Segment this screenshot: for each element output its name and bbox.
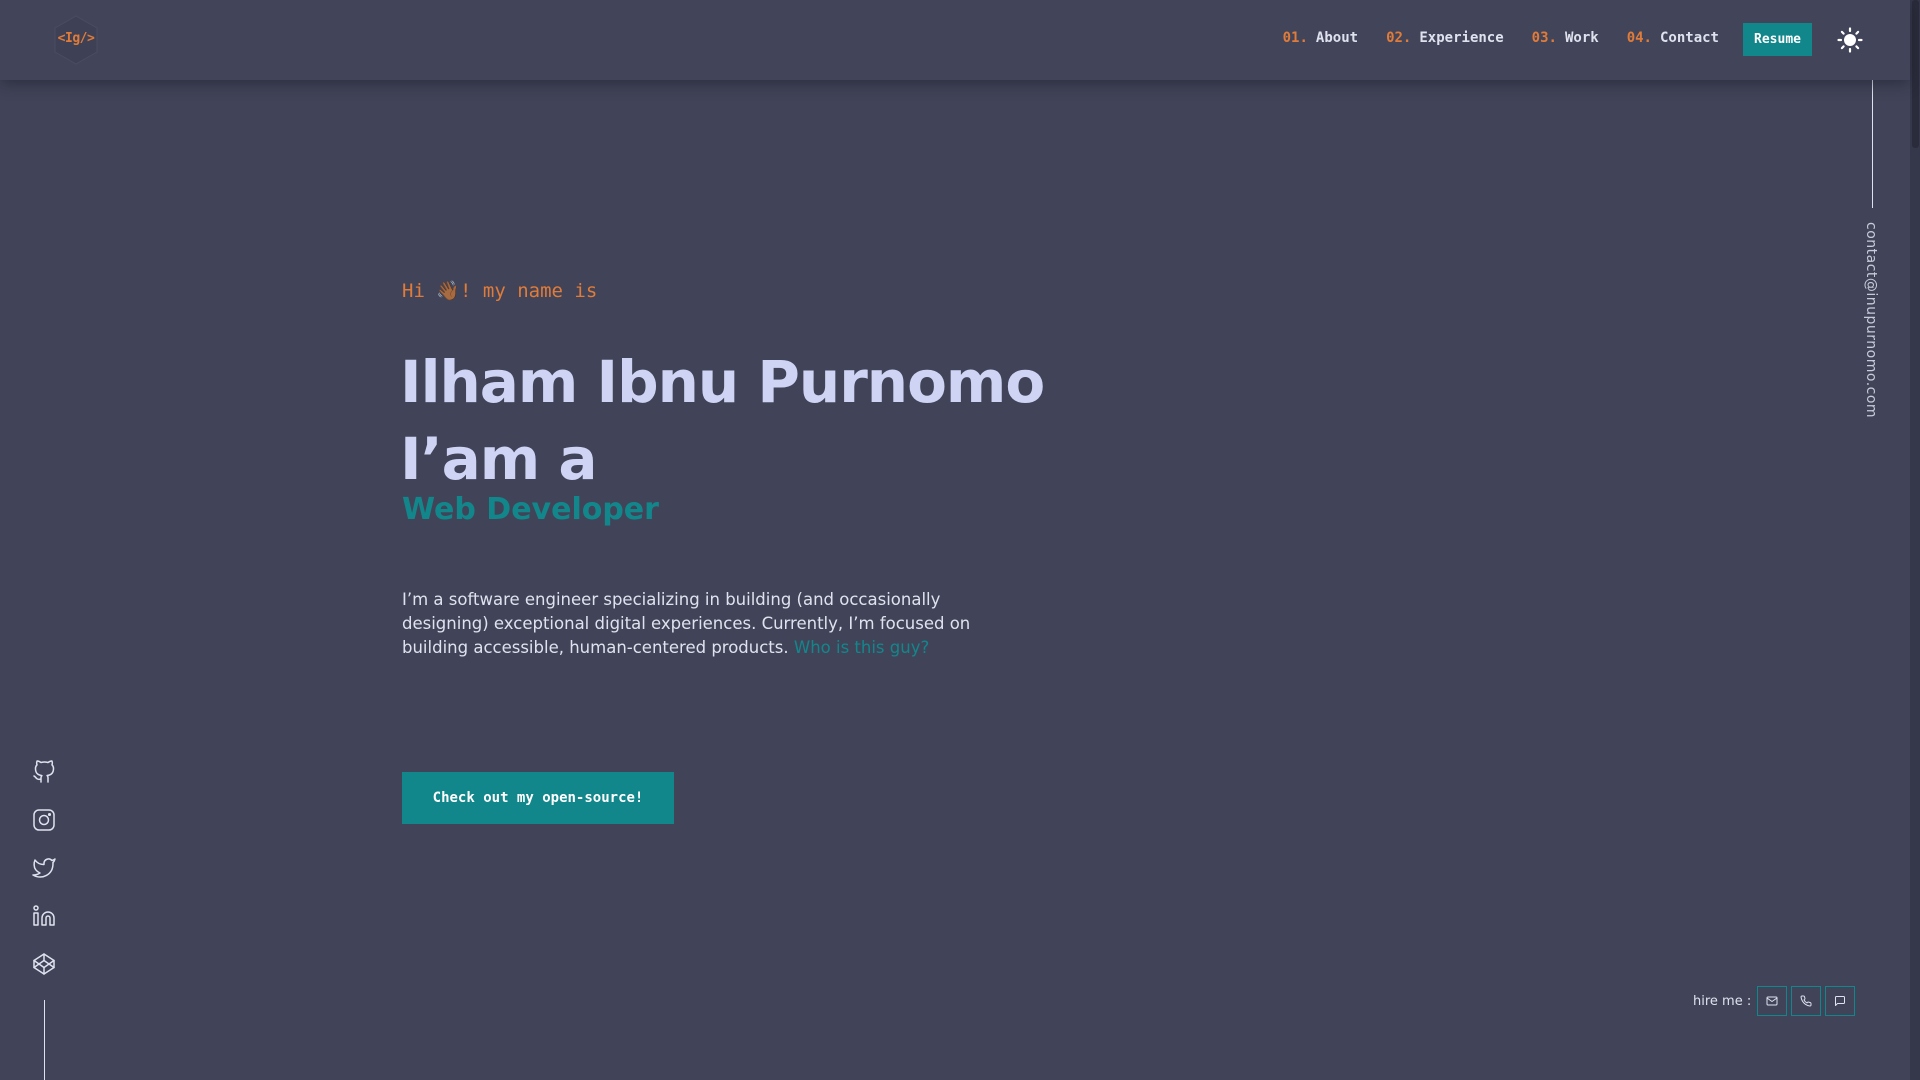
instagram-link[interactable] [32,808,56,832]
instagram-icon [33,809,55,831]
main-nav: 01. About 02. Experience 03. Work 04. Co… [1283,30,1719,46]
page: <Ig/> 01. About 02. Experience 03. Work … [0,0,1920,1080]
nav-contact[interactable]: 04. Contact [1627,30,1719,46]
greeting-text: Hi [402,280,437,302]
open-source-button[interactable]: Check out my open-source! [402,772,674,824]
nav-label: Contact [1659,30,1719,46]
codepen-link[interactable] [32,952,56,976]
hire-email-button[interactable] [1757,986,1788,1016]
logo-text: <Ig/> [57,31,95,46]
hire-me-bar: hire me : [1693,986,1856,1016]
email-link[interactable]: contact@inupurnomo.com [1863,222,1879,418]
logo[interactable]: <Ig/> [52,14,100,66]
scrollbar-track[interactable] [1910,0,1920,1080]
sun-icon [1837,27,1863,53]
nav-about[interactable]: 01. About [1283,30,1358,46]
hero-name: Ilham Ibnu Purnomo [400,348,1045,416]
right-divider-line [1872,80,1873,208]
social-links [32,760,56,976]
nav-number: 04. [1626,30,1652,46]
hero-role: Web Developer [402,492,659,527]
hero-iam: I’am a [400,425,598,493]
chat-icon [1835,996,1846,1006]
codepen-icon [33,953,55,975]
linkedin-link[interactable] [32,904,56,928]
twitter-link[interactable] [32,856,56,880]
twitter-icon [32,858,56,878]
hire-me-label: hire me : [1693,993,1752,1009]
github-icon [33,760,55,783]
nav-work[interactable]: 03. Work [1532,30,1599,46]
wave-emoji-icon: 👋🏾 [436,280,460,302]
who-is-this-link[interactable]: Who is this guy? [794,638,929,657]
hire-phone-button[interactable] [1791,986,1822,1016]
github-link[interactable] [32,760,56,784]
nav-label: Experience [1419,30,1504,46]
greeting-text-rest: ! my name is [460,280,598,302]
hire-chat-button[interactable] [1825,986,1856,1016]
nav-label: Work [1564,30,1599,46]
nav-label: About [1315,30,1359,46]
top-navbar: <Ig/> 01. About 02. Experience 03. Work … [0,0,1910,80]
nav-number: 01. [1282,30,1308,46]
hero-bio: I’m a software engineer specializing in … [402,588,987,660]
resume-button[interactable]: Resume [1743,23,1812,56]
greeting: Hi 👋🏾! my name is [402,279,597,302]
nav-number: 02. [1386,30,1412,46]
nav-experience[interactable]: 02. Experience [1386,30,1504,46]
linkedin-icon [33,905,55,926]
phone-icon [1800,995,1812,1007]
left-divider-line [44,1000,45,1080]
nav-number: 03. [1531,30,1557,46]
mail-icon [1766,996,1778,1006]
scrollbar-thumb[interactable] [1912,0,1919,148]
theme-toggle[interactable] [1837,27,1863,53]
